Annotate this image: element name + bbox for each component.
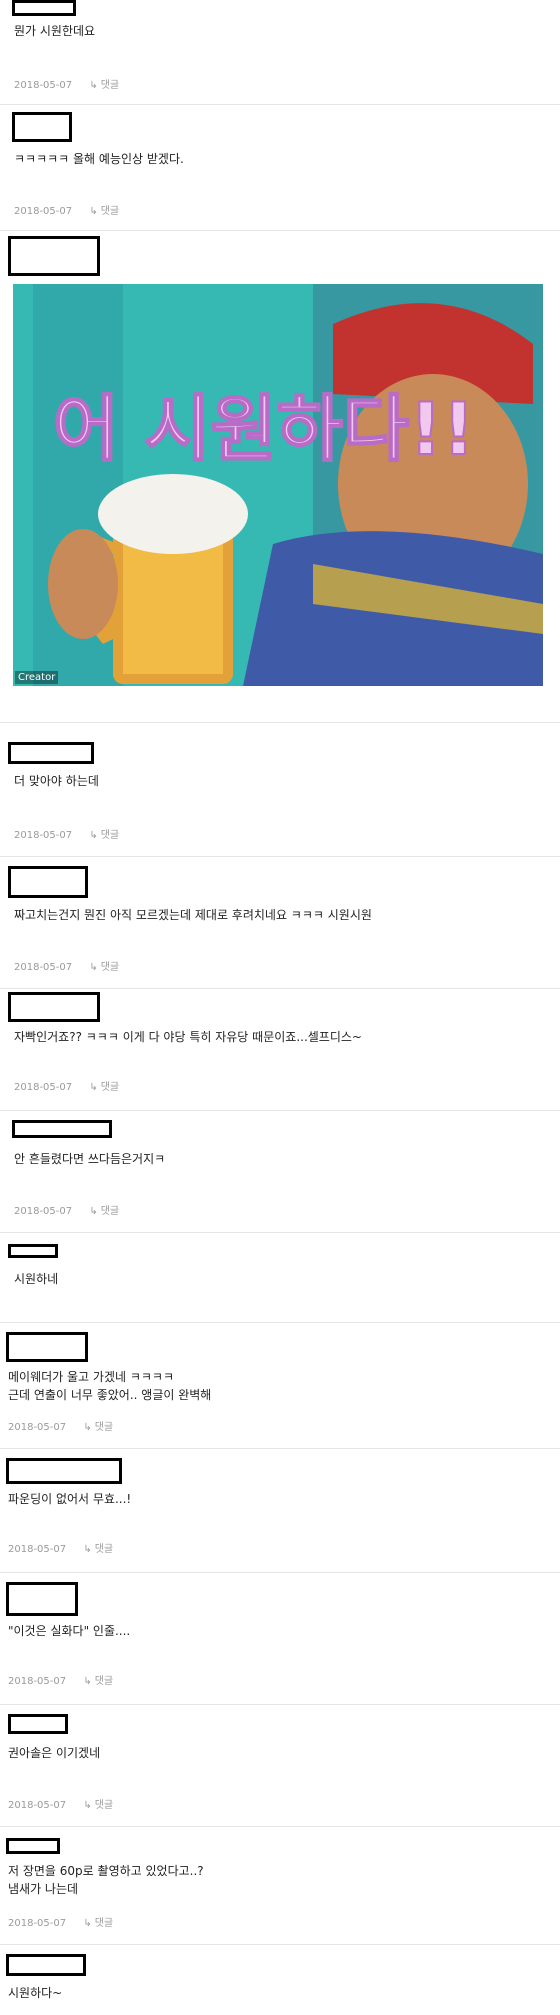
redacted-nickname xyxy=(12,1120,112,1138)
comment-text-line2: 근데 연출이 너무 좋았어.. 앵글이 완벽해 xyxy=(8,1388,212,1402)
reply-link[interactable]: ↳ 댓글 xyxy=(89,80,119,91)
comment-meta: 2018-05-07 ↳ 댓글 xyxy=(8,1418,113,1433)
divider xyxy=(0,1232,560,1233)
reply-link[interactable]: ↳ 댓글 xyxy=(83,1544,113,1555)
redacted-nickname xyxy=(8,992,100,1022)
comment-date: 2018-05-07 xyxy=(8,1422,67,1433)
reply-arrow-icon: ↳ xyxy=(83,1422,92,1433)
divider xyxy=(0,722,560,723)
comment-date: 2018-05-07 xyxy=(14,830,73,841)
divider xyxy=(0,230,560,231)
reply-arrow-icon: ↳ xyxy=(89,206,98,217)
divider xyxy=(0,988,560,989)
reply-link[interactable]: ↳ 댓글 xyxy=(83,1676,113,1687)
divider xyxy=(0,1448,560,1449)
comment-date: 2018-05-07 xyxy=(14,1082,73,1093)
comment-meta: 2018-05-07 ↳ 댓글 xyxy=(14,1202,119,1217)
divider xyxy=(0,1322,560,1323)
redacted-nickname xyxy=(6,1954,86,1976)
comment-meta: 2018-05-07 ↳ 댓글 xyxy=(8,1914,113,1929)
comment-date: 2018-05-07 xyxy=(14,1206,73,1217)
comment-date: 2018-05-07 xyxy=(8,1544,67,1555)
comment-meta: 2018-05-07 ↳ 댓글 xyxy=(14,958,119,973)
comment-meta: 2018-05-07 ↳ 댓글 xyxy=(14,826,119,841)
redacted-nickname xyxy=(6,1838,60,1854)
comment-meta: 2018-05-07 ↳ 댓글 xyxy=(14,1078,119,1093)
comment-text: 뭔가 시원한데요 xyxy=(14,24,96,38)
reply-arrow-icon: ↳ xyxy=(89,1082,98,1093)
reply-link[interactable]: ↳ 댓글 xyxy=(89,962,119,973)
divider xyxy=(0,1572,560,1573)
comment-text: 시원하네 xyxy=(14,1272,59,1286)
divider xyxy=(0,1110,560,1111)
comment-text-line2: 냄새가 나는데 xyxy=(8,1882,79,1896)
reply-link[interactable]: ↳ 댓글 xyxy=(83,1918,113,1929)
comment-text: 메이웨더가 울고 가겠네 ㅋㅋㅋㅋ xyxy=(8,1370,175,1384)
comment-date: 2018-05-07 xyxy=(8,1676,67,1687)
comment-text: "이것은 실화다" 인줄.... xyxy=(8,1624,131,1638)
comment-text: 파운딩이 없어서 무효...! xyxy=(8,1492,132,1506)
reply-arrow-icon: ↳ xyxy=(83,1918,92,1929)
reply-link[interactable]: ↳ 댓글 xyxy=(89,830,119,841)
reply-link[interactable]: ↳ 댓글 xyxy=(89,1206,119,1217)
comment-image: 어 시원하다!! Creator xyxy=(13,284,543,686)
comment-text: ㅋㅋㅋㅋㅋ 올해 예능인상 받겠다. xyxy=(14,152,184,166)
redacted-nickname xyxy=(8,1714,68,1734)
reply-arrow-icon: ↳ xyxy=(89,1206,98,1217)
comment-text: 권아솔은 이기겠네 xyxy=(8,1746,101,1760)
comment-text: 더 맞아야 하는데 xyxy=(14,774,99,788)
comment-text: 짜고치는건지 뭔진 아직 모르겠는데 제대로 후려치네요 ㅋㅋㅋ 시원시원 xyxy=(14,908,372,922)
redacted-nickname xyxy=(12,112,72,142)
reply-arrow-icon: ↳ xyxy=(89,830,98,841)
redacted-nickname xyxy=(6,1332,88,1362)
redacted-nickname xyxy=(6,1582,78,1616)
redacted-nickname xyxy=(8,1244,58,1258)
redacted-nickname xyxy=(6,1458,122,1484)
comment-text: 저 장면을 60p로 촬영하고 있었다고..? xyxy=(8,1864,204,1878)
reply-arrow-icon: ↳ xyxy=(83,1544,92,1555)
redacted-nickname xyxy=(8,866,88,898)
comment-date: 2018-05-07 xyxy=(14,206,73,217)
reply-link[interactable]: ↳ 댓글 xyxy=(83,1422,113,1433)
reply-arrow-icon: ↳ xyxy=(89,962,98,973)
redacted-nickname xyxy=(12,0,76,16)
comment-meta: 2018-05-07 ↳ 댓글 xyxy=(8,1796,113,1811)
comment-meta: 2018-05-07 ↳ 댓글 xyxy=(14,76,119,91)
comment-date: 2018-05-07 xyxy=(14,962,73,973)
redacted-nickname xyxy=(8,236,100,276)
divider xyxy=(0,1704,560,1705)
reply-link[interactable]: ↳ 댓글 xyxy=(83,1800,113,1811)
comment-text: 안 흔들렸다면 쓰다듬은거지ㅋ xyxy=(14,1152,166,1166)
comment-text: 시원하다~ xyxy=(8,1986,63,2000)
divider xyxy=(0,856,560,857)
comment-meta: 2018-05-07 ↳ 댓글 xyxy=(8,1540,113,1555)
reply-arrow-icon: ↳ xyxy=(83,1800,92,1811)
reply-link[interactable]: ↳ 댓글 xyxy=(89,206,119,217)
comment-meta: 2018-05-07 ↳ 댓글 xyxy=(8,1672,113,1687)
comment-date: 2018-05-07 xyxy=(8,1800,67,1811)
divider xyxy=(0,1944,560,1945)
comment-date: 2018-05-07 xyxy=(14,80,73,91)
comment-date: 2018-05-07 xyxy=(8,1918,67,1929)
reply-arrow-icon: ↳ xyxy=(89,80,98,91)
redacted-nickname xyxy=(8,742,94,764)
reply-arrow-icon: ↳ xyxy=(83,1676,92,1687)
divider xyxy=(0,1826,560,1827)
watermark: Creator xyxy=(15,671,59,684)
comment-meta: 2018-05-07 ↳ 댓글 xyxy=(14,202,119,217)
svg-text:어 시원하다!!: 어 시원하다!! xyxy=(53,387,475,471)
beer-mug-icon: 어 시원하다!! xyxy=(13,284,543,686)
comment-text: 자빡인거죠?? ㅋㅋㅋ 이게 다 야당 특히 자유당 때문이죠...셀프디스~ xyxy=(14,1030,362,1044)
divider xyxy=(0,104,560,105)
reply-link[interactable]: ↳ 댓글 xyxy=(89,1082,119,1093)
